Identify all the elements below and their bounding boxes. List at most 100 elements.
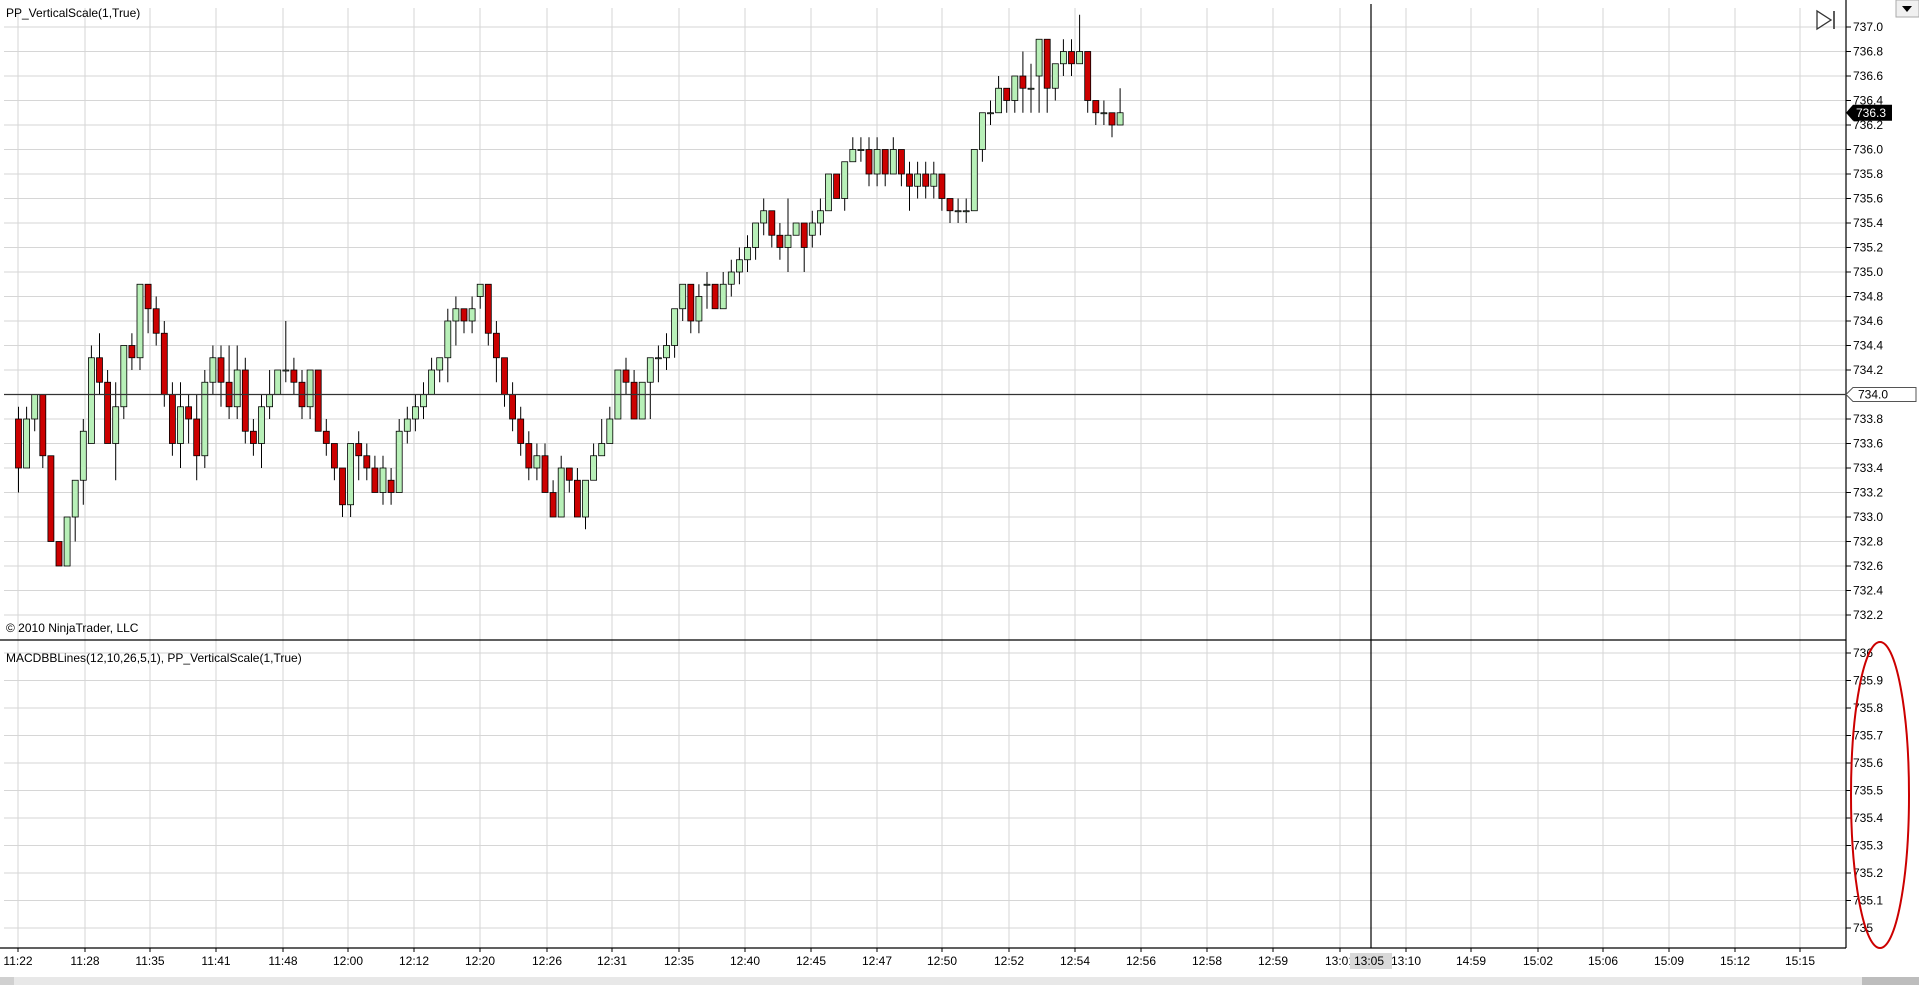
candle-up (841, 161, 849, 199)
price-tick-label: 736.8 (1853, 45, 1883, 59)
line-price-marker: 734.0 (1845, 387, 1917, 402)
time-tick-label: 11:35 (135, 954, 164, 968)
lower-panel-label: MACDBBLines(12,10,26,5,1), PP_VerticalSc… (6, 651, 302, 665)
candle-up (395, 430, 403, 493)
scroll-left-button[interactable] (0, 977, 14, 985)
candle-down (630, 381, 638, 420)
candle-up (266, 394, 274, 408)
candle-up (177, 406, 184, 444)
candle-up (428, 369, 436, 395)
price-tick-label: 734.4 (1853, 339, 1883, 353)
candle-down (314, 369, 322, 432)
candle-up (112, 406, 120, 444)
candle-down (574, 479, 581, 518)
candle-up (655, 357, 662, 360)
candle-up (849, 149, 857, 163)
time-tick-label: 12:20 (465, 954, 495, 968)
candle-up (71, 479, 79, 518)
lower-tick-label: 735.6 (1853, 756, 1883, 770)
candle-up (752, 222, 759, 248)
candle-up (703, 283, 711, 286)
time-tick-label: 15:02 (1523, 954, 1553, 968)
price-tick-label: 734.2 (1853, 363, 1883, 377)
candle-down (371, 467, 379, 493)
candle-up (63, 516, 71, 567)
candle-up (979, 112, 986, 150)
line-price-label: 734.0 (1858, 388, 1888, 402)
candle-up (719, 283, 727, 310)
candle-up (825, 173, 832, 212)
time-tick-label: 12:56 (1126, 954, 1156, 968)
candle-up (1035, 38, 1043, 77)
candle-down (152, 308, 160, 334)
candle-up (436, 357, 444, 371)
candle-down (501, 357, 508, 395)
candle-down (290, 369, 298, 383)
lower-tick-label: 735.5 (1853, 784, 1883, 798)
copyright-text: © 2010 NinjaTrader, LLC (6, 621, 139, 635)
candle-down (96, 357, 103, 383)
scroll-thumb[interactable] (1862, 977, 1919, 985)
candle-down (565, 467, 573, 481)
time-tick-label: 12:58 (1192, 954, 1222, 968)
chart-canvas[interactable]: 737.0736.8736.6736.4736.2736.0735.8735.6… (0, 0, 1919, 985)
lower-tick-label: 735.4 (1853, 811, 1883, 825)
candle-down (1084, 51, 1092, 101)
last-price-marker: 736.3 (1846, 104, 1892, 121)
candle-down (622, 369, 630, 383)
candle-down (160, 332, 168, 395)
candle-up (914, 173, 921, 187)
time-tick-label: 15:09 (1654, 954, 1684, 968)
candle-up (679, 283, 687, 310)
candle-down (47, 455, 55, 542)
last-price-label: 736.3 (1856, 106, 1886, 120)
candle-down (168, 394, 176, 444)
candle-down (1019, 75, 1027, 89)
candle-down (387, 479, 395, 493)
candle-down (1043, 38, 1051, 89)
candle-down (906, 173, 913, 187)
frame-layer (0, 0, 1847, 949)
candle-down (865, 149, 873, 175)
candle-up (209, 357, 217, 383)
time-tick-label: 14:59 (1456, 954, 1486, 968)
candle-up (1116, 112, 1124, 126)
price-tick-label: 735.2 (1853, 241, 1883, 255)
candle-up (857, 149, 865, 151)
price-tick-label: 735.0 (1853, 265, 1883, 279)
time-tick-label: 12:31 (597, 954, 627, 968)
price-tick-label: 732.4 (1853, 584, 1883, 598)
candle-down (922, 173, 930, 187)
price-tick-label: 734.6 (1853, 314, 1883, 328)
price-tick-label: 733.8 (1853, 412, 1883, 426)
scroll-down-icon[interactable] (1895, 0, 1919, 18)
price-tick-label: 735.4 (1853, 216, 1883, 230)
candle-up (1100, 112, 1108, 115)
candle-up (444, 320, 452, 359)
candle-down (1092, 100, 1100, 114)
candle-up (663, 345, 670, 359)
candle-up (606, 418, 614, 444)
candle-down (800, 222, 808, 248)
candle-down (549, 492, 557, 518)
price-tick-label: 732.2 (1853, 608, 1883, 622)
candle-down (15, 418, 22, 469)
candle-down (330, 443, 338, 469)
candle-down (217, 357, 225, 383)
candle-up (79, 430, 87, 481)
candle-up (1076, 51, 1083, 65)
time-tick-label: 12:26 (532, 954, 562, 968)
candle-down (55, 541, 63, 567)
price-tick-label: 736.6 (1853, 69, 1883, 83)
candle-up (727, 271, 735, 285)
candle-up (930, 173, 938, 187)
candle-up (1011, 75, 1019, 101)
horizontal-scrollbar[interactable] (0, 977, 1919, 985)
lower-tick-label: 735.3 (1853, 839, 1883, 853)
time-tick-label: 11:22 (3, 954, 32, 968)
candle-up (476, 283, 484, 297)
play-end-icon[interactable] (1816, 9, 1835, 31)
candle-up (671, 308, 678, 346)
price-tick-label: 732.8 (1853, 535, 1883, 549)
candle-down (833, 173, 840, 199)
